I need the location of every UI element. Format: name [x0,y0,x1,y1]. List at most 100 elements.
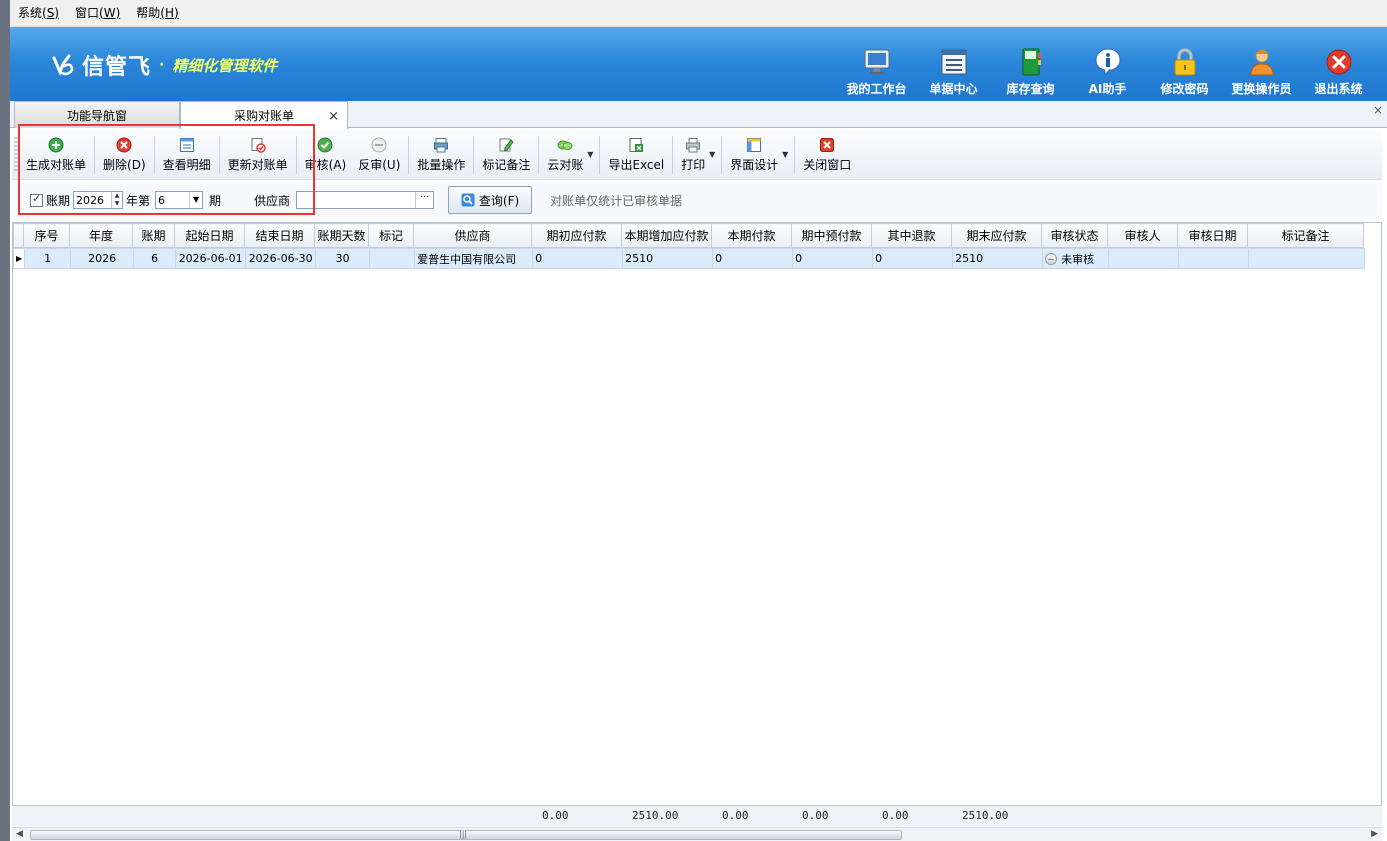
table-cell[interactable]: 2026-06-30 [245,248,317,269]
table-cell[interactable]: 0 [532,248,624,269]
scroll-right-icon[interactable]: ▶ [1371,829,1378,839]
tab-close-icon[interactable]: × [328,109,339,124]
close-window-button[interactable]: 关闭窗口 [797,132,857,178]
table-cell[interactable] [1178,248,1250,269]
supplier-browse-button[interactable]: ··· [415,192,433,208]
column-header[interactable]: 期末应付款 [951,223,1042,248]
cloud-reconcile-button[interactable]: 云对账 ▼ [541,132,593,178]
column-header[interactable]: 期中预付款 [791,223,872,248]
column-header[interactable]: 审核日期 [1177,223,1248,248]
print-button[interactable]: 打印 ▼ [675,132,715,178]
header-banner: 信管飞 · 精细化管理软件 我的工作台 单据中心 库存查询 AI助手 修改密码 … [10,27,1387,101]
update-reconciliation-label: 更新对账单 [227,157,288,172]
table-cell[interactable]: 0 [872,248,954,269]
table-cell[interactable]: 6 [133,248,177,269]
table-cell-status[interactable]: 未审核 [1042,248,1110,269]
supplier-input[interactable]: ··· [296,191,435,209]
window-left-edge [0,0,10,841]
quick-inventory-button[interactable]: 库存查询 [992,47,1069,99]
tab-purchase-reconciliation[interactable]: 采购对账单 × [180,101,348,129]
user-icon [1249,49,1274,76]
column-header[interactable]: 期初应付款 [531,223,622,248]
table-row[interactable]: ▶ 1 2026 6 2026-06-01 2026-06-30 30 爱普生中… [12,248,1366,269]
column-header[interactable]: 本期增加应付款 [621,223,712,248]
table-cell[interactable]: 2026-06-01 [175,248,247,269]
menu-help[interactable]: 帮助(H) [128,0,186,27]
table-cell[interactable] [1248,248,1366,269]
table-cell[interactable]: 0 [712,248,794,269]
view-detail-button[interactable]: 查看明细 [157,132,217,178]
column-header[interactable]: 审核人 [1107,223,1178,248]
menu-window[interactable]: 窗口(W) [67,0,128,27]
delete-circle-icon [116,137,132,152]
chevron-down-icon[interactable]: ▼ [189,192,202,208]
toolbar-separator [721,135,723,174]
quick-documents-button[interactable]: 单据中心 [915,47,992,99]
brand-separator: · [159,57,165,73]
delete-button[interactable]: 删除(D) [97,132,152,178]
table-cell[interactable]: 2510 [952,248,1044,269]
period-checkbox[interactable] [30,192,43,207]
column-header[interactable]: 年度 [69,223,133,248]
update-reconciliation-button[interactable]: 更新对账单 [222,132,294,178]
column-header[interactable]: 结束日期 [244,223,315,248]
brand-slogan: 精细化管理软件 [172,56,278,75]
mark-remark-button[interactable]: 标记备注 [476,132,536,178]
total-refund: 0.00 [882,809,909,822]
scroll-left-icon[interactable]: ◀ [16,829,23,839]
period-select[interactable]: 6 ▼ [155,191,204,209]
tab-function-nav[interactable]: 功能导航窗 [14,101,180,128]
toolbar: 生成对账单 删除(D) 查看明细 更新对账单 审核(A) 反审(U) 批量操作 … [12,130,1382,180]
batch-operation-button[interactable]: 批量操作 [411,132,471,178]
scrollbar-thumb[interactable]: ||| [30,830,902,840]
brand-name: 信管飞 [82,55,152,80]
column-header[interactable]: 供应商 [413,223,532,248]
cloud-reconcile-dropdown-icon[interactable]: ▼ [587,150,593,159]
reconciliation-grid: 序号 年度 账期 起始日期 结束日期 账期天数 标记 供应商 期初应付款 本期增… [12,222,1382,826]
table-cell[interactable] [1108,248,1180,269]
export-excel-button[interactable]: 导出Excel [602,132,670,178]
export-excel-label: 导出Excel [608,157,665,172]
document-list-icon [941,49,966,75]
excel-export-icon [629,137,644,152]
column-header[interactable]: 其中退款 [871,223,952,248]
table-cell[interactable]: 1 [24,248,72,269]
table-cell[interactable]: 爱普生中国有限公司 [414,248,534,269]
column-header[interactable]: 审核状态 [1041,223,1108,248]
unapprove-button[interactable]: 反审(U) [352,132,406,178]
query-button[interactable]: 查询(F) [448,186,533,214]
delete-label: 删除(D) [103,157,146,172]
quick-switch-operator-button[interactable]: 更换操作员 [1223,47,1300,99]
table-cell[interactable]: 2026 [70,248,135,269]
table-cell[interactable] [369,248,416,269]
quick-workbench-button[interactable]: 我的工作台 [838,47,915,99]
year-spinner[interactable]: 2026 ▲ ▼ [73,191,124,209]
column-header[interactable]: 账期 [132,223,175,248]
column-header[interactable]: 起始日期 [174,223,245,248]
column-header[interactable]: 标记 [368,223,414,248]
generate-reconciliation-button[interactable]: 生成对账单 [20,132,92,178]
toolbar-separator [538,135,540,174]
quick-ai-assistant-button[interactable]: AI助手 [1069,47,1146,99]
year-spin-arrows-icon[interactable]: ▲ ▼ [111,192,122,208]
view-detail-label: 查看明细 [162,157,211,172]
approve-button[interactable]: 审核(A) [299,132,353,178]
layout-design-dropdown-icon[interactable]: ▼ [782,150,788,159]
quick-ai-assistant-label: AI助手 [1088,82,1127,96]
column-header[interactable]: 序号 [23,223,70,248]
table-cell[interactable]: 2510 [622,248,714,269]
horizontal-scrollbar[interactable]: ◀ ||| ▶ [12,827,1382,841]
menu-bar: 系统(S) 窗口(W) 帮助(H) [10,0,1387,27]
column-header[interactable]: 账期天数 [314,223,369,248]
layout-design-button[interactable]: 界面设计 ▼ [724,132,788,178]
print-dropdown-icon[interactable]: ▼ [709,150,715,159]
menu-system[interactable]: 系统(S) [10,0,67,27]
column-header[interactable]: 本期付款 [711,223,792,248]
column-header[interactable]: 标记备注 [1247,223,1364,248]
table-cell[interactable]: 0 [792,248,874,269]
table-cell[interactable]: 30 [315,248,371,269]
quick-exit-button[interactable]: 退出系统 [1300,47,1377,99]
quick-change-password-button[interactable]: 修改密码 [1146,47,1223,99]
panel-close-icon[interactable]: × [1373,103,1383,117]
query-button-label: 查询(F) [478,193,520,208]
